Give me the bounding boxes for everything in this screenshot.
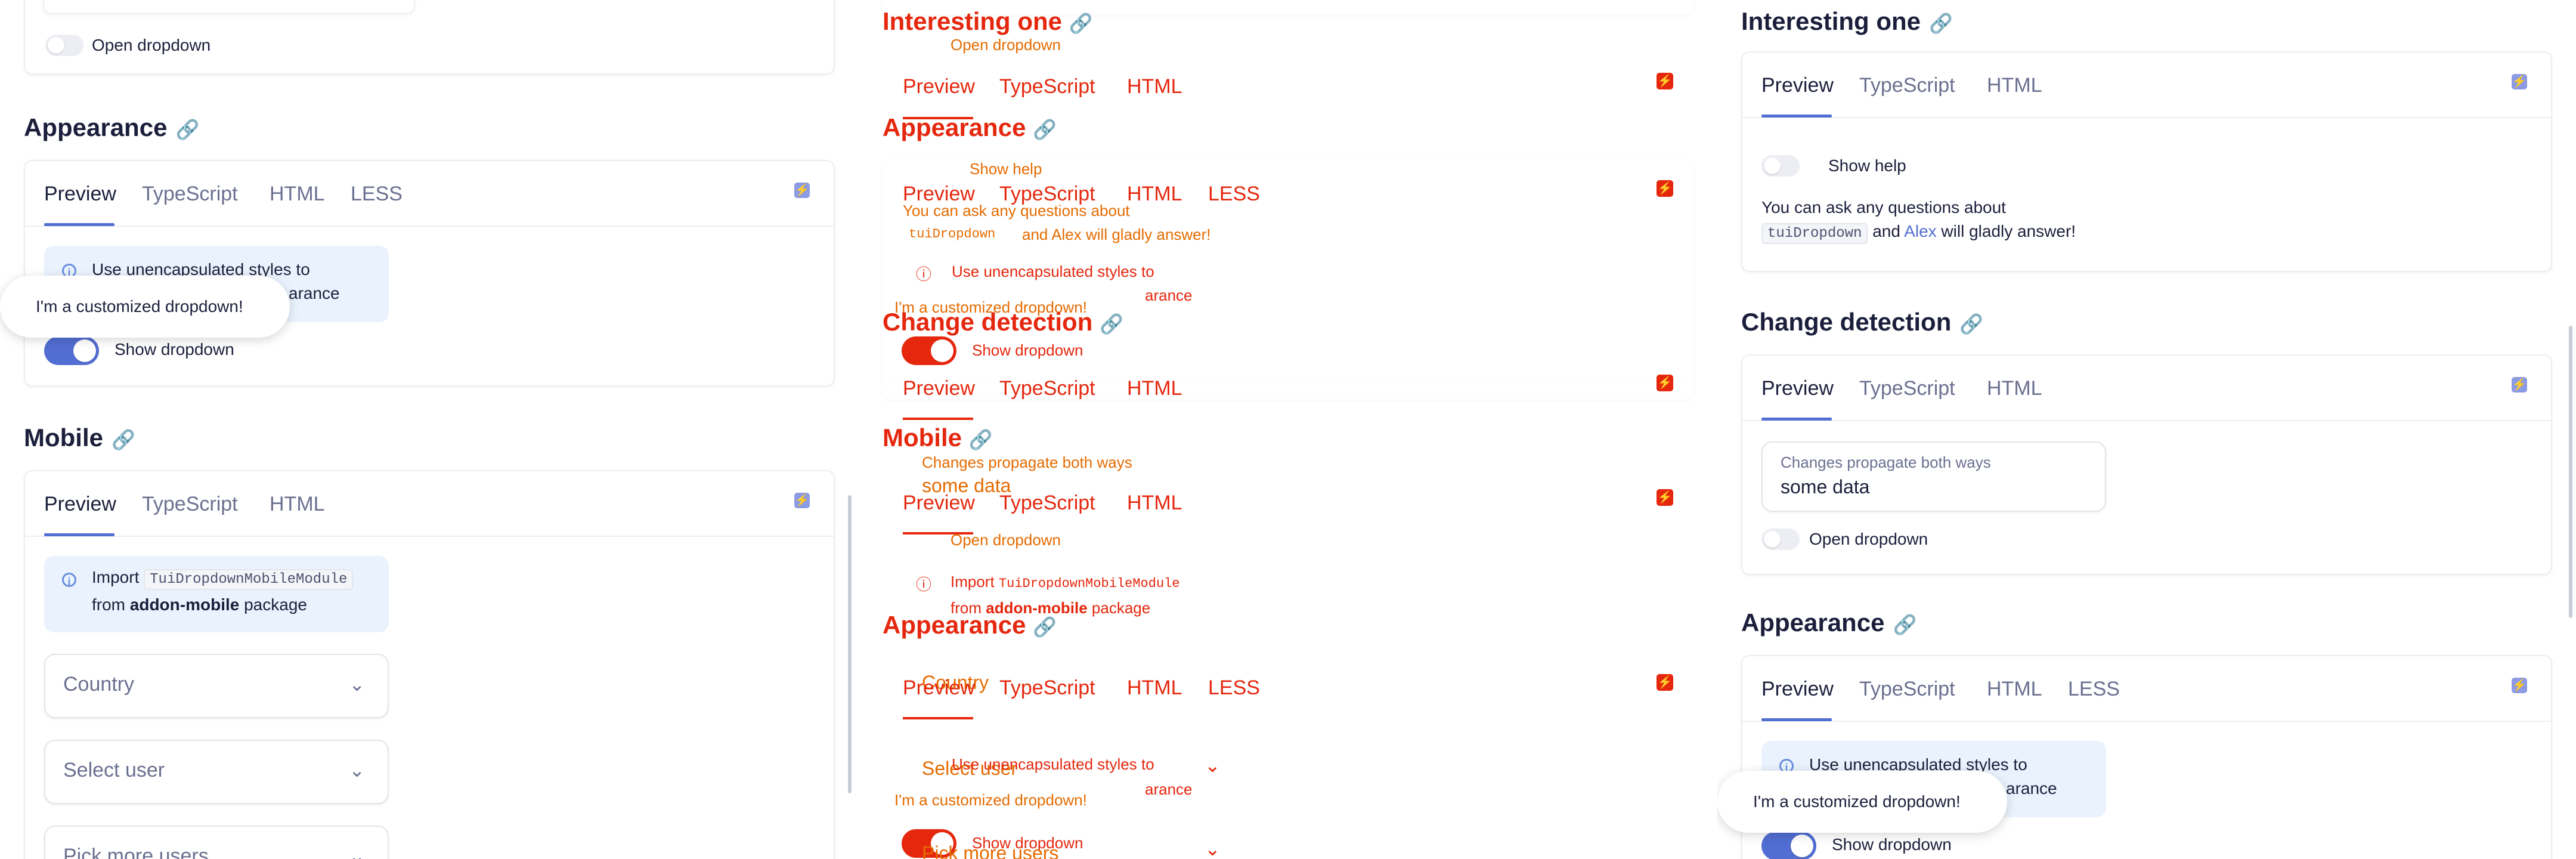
link-icon[interactable]: 🔗: [1100, 313, 1123, 335]
link-icon[interactable]: 🔗: [1033, 119, 1057, 140]
overlay-title-mobile: Mobile 🔗: [883, 424, 993, 452]
stackblitz-icon[interactable]: ⚡: [1657, 180, 1673, 197]
example-card-change-detection: Preview TypeScript HTML ⚡ Changes propag…: [1741, 354, 2552, 575]
link-icon[interactable]: 🔗: [1929, 12, 1953, 35]
section-title-change-detection: Change detection 🔗: [1741, 308, 1984, 336]
scrollbar[interactable]: [2569, 326, 2572, 618]
tab-less[interactable]: LESS: [351, 183, 402, 206]
tab-html[interactable]: HTML: [1987, 678, 2042, 701]
link-icon[interactable]: 🔗: [1959, 313, 1983, 335]
custom-dropdown-popup: I'm a customized dropdown!: [1717, 771, 2007, 833]
tab-bar: Preview TypeScript HTML ⚡: [1742, 356, 2551, 421]
link-icon[interactable]: 🔗: [1893, 613, 1916, 636]
show-help-label: Show help: [1828, 156, 1906, 175]
tab-typescript[interactable]: TypeScript: [1859, 377, 1955, 400]
example-card-appearance: Preview TypeScript HTML LESS ⚡ i Use une…: [24, 160, 835, 387]
stackblitz-icon[interactable]: ⚡: [2512, 74, 2527, 89]
tab-preview[interactable]: Preview: [1761, 377, 1834, 400]
some-data-input[interactable]: Changes propagate both ways some data: [1761, 441, 2106, 512]
link-icon[interactable]: 🔗: [969, 429, 993, 450]
overlay-title-appearance-2: Appearance 🔗: [883, 611, 1057, 639]
info-icon: i: [62, 573, 76, 588]
tab-less[interactable]: LESS: [2068, 678, 2120, 701]
stackblitz-icon[interactable]: ⚡: [1657, 674, 1673, 691]
tab-html[interactable]: HTML: [270, 493, 325, 516]
stackblitz-icon[interactable]: ⚡: [2512, 678, 2527, 693]
show-help-toggle[interactable]: [1761, 155, 1800, 177]
show-dropdown-label: Show dropdown: [114, 340, 234, 359]
stackblitz-icon[interactable]: ⚡: [1657, 73, 1673, 89]
panel-middle-overlay: Interesting one 🔗 Open dropdown Preview …: [859, 0, 1717, 859]
chevron-down-icon: ⌄: [349, 673, 365, 695]
stackblitz-icon[interactable]: ⚡: [1657, 489, 1673, 506]
link-icon[interactable]: 🔗: [1069, 13, 1093, 34]
tab-typescript[interactable]: TypeScript: [142, 493, 238, 516]
chevron-down-icon: ⌄: [349, 759, 365, 781]
open-dropdown-toggle[interactable]: [1761, 529, 1800, 550]
overlay-title-interesting: Interesting one 🔗: [883, 7, 1093, 35]
tab-bar: Preview TypeScript HTML LESS ⚡: [1742, 656, 2551, 722]
tab-preview[interactable]: Preview: [1761, 74, 1834, 97]
chevron-down-icon: ⌄: [349, 845, 365, 859]
stackblitz-icon[interactable]: ⚡: [2512, 377, 2527, 393]
section-title-appearance: Appearance 🔗: [1741, 608, 1917, 636]
pick-more-users-select[interactable]: Pick more users ⌄: [44, 826, 389, 859]
overlay-title-change-detection: Change detection 🔗: [883, 308, 1123, 336]
tab-typescript[interactable]: TypeScript: [142, 183, 238, 206]
code-tuidropdown: tuiDropdown: [1761, 223, 1868, 244]
show-dropdown-toggle[interactable]: [44, 336, 99, 365]
stackblitz-icon[interactable]: ⚡: [794, 183, 810, 198]
tab-bar: Preview TypeScript HTML ⚡: [25, 471, 834, 537]
alex-link[interactable]: Alex: [1904, 222, 1936, 240]
panel-left: Open dropdown Appearance 🔗 Preview TypeSc…: [0, 0, 859, 859]
tab-preview[interactable]: Preview: [44, 493, 116, 516]
example-card-interesting: Preview TypeScript HTML ⚡ Show help You …: [1741, 51, 2552, 272]
tab-bar: Preview TypeScript HTML LESS ⚡: [25, 161, 834, 227]
overlay-toggle[interactable]: [902, 336, 956, 365]
example-card-mobile: Preview TypeScript HTML ⚡ i Import TuiDr…: [24, 470, 835, 859]
section-title-interesting: Interesting one 🔗: [1741, 7, 1953, 35]
example-card-top: Open dropdown: [24, 0, 835, 75]
section-title-appearance: Appearance 🔗: [24, 113, 200, 141]
panel-right: Interesting one 🔗 Preview TypeScript HTML…: [1717, 0, 2576, 859]
show-dropdown-label: Show dropdown: [1832, 835, 1952, 854]
tab-html[interactable]: HTML: [1987, 377, 2042, 400]
link-icon[interactable]: 🔗: [175, 118, 199, 141]
section-title-mobile: Mobile 🔗: [24, 424, 135, 452]
open-dropdown-label: Open dropdown: [92, 36, 211, 54]
scrollbar[interactable]: [848, 495, 852, 793]
link-icon[interactable]: 🔗: [1033, 616, 1057, 638]
tab-bar: Preview TypeScript HTML ⚡: [1742, 52, 2551, 118]
stackblitz-icon[interactable]: ⚡: [1657, 375, 1673, 391]
open-dropdown-label: Open dropdown: [1809, 530, 1928, 548]
link-icon[interactable]: 🔗: [112, 428, 135, 451]
select-user-select[interactable]: Select user ⌄: [44, 740, 389, 804]
tab-typescript[interactable]: TypeScript: [1859, 74, 1955, 97]
show-dropdown-toggle[interactable]: [1761, 832, 1816, 859]
tab-html[interactable]: HTML: [1987, 74, 2042, 97]
custom-dropdown-popup: I'm a customized dropdown!: [0, 276, 290, 338]
info-notification: i Import TuiDropdownMobileModule from ad…: [44, 556, 389, 632]
country-select[interactable]: Country ⌄: [44, 654, 389, 718]
open-dropdown-toggle[interactable]: [45, 35, 83, 56]
tab-preview[interactable]: Preview: [44, 183, 116, 206]
overlay-title-appearance: Appearance 🔗: [883, 113, 1057, 141]
tab-preview[interactable]: Preview: [1761, 678, 1834, 701]
tab-typescript[interactable]: TypeScript: [1859, 678, 1955, 701]
tab-html[interactable]: HTML: [270, 183, 325, 206]
stackblitz-icon[interactable]: ⚡: [794, 493, 810, 508]
